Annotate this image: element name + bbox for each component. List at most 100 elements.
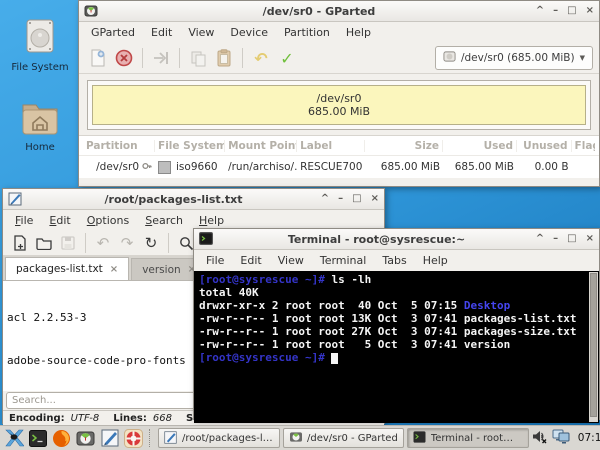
maximize-button[interactable]: □ — [352, 192, 361, 206]
menu-help[interactable]: Help — [415, 252, 456, 269]
new-partition-button[interactable] — [85, 46, 111, 70]
close-button[interactable]: × — [586, 232, 594, 246]
gparted-toolbar: ↶ ✓ /dev/sr0 (685.00 MiB) ▼ — [79, 43, 599, 74]
apply-button[interactable]: ✓ — [274, 46, 300, 70]
gparted-titlebar[interactable]: /dev/sr0 - GParted ^ – □ × — [79, 1, 599, 22]
open-file-button[interactable] — [32, 232, 56, 254]
taskbar-button-editor[interactable]: /root/packages-lis... — [158, 428, 280, 448]
desktop: File System Home /dev/sr0 - GParted ^ – … — [0, 0, 600, 450]
menu-view[interactable]: View — [270, 252, 312, 269]
minimize-button[interactable]: – — [553, 4, 558, 18]
new-document-button[interactable] — [8, 232, 32, 254]
table-row[interactable]: /dev/sr0 iso9660 /run/archiso/... RESCUE… — [79, 156, 599, 178]
terminal-menubar: File Edit View Terminal Tabs Help — [194, 250, 599, 271]
dropdown-arrow-icon: ▼ — [580, 54, 585, 62]
taskbar-button-gparted[interactable]: /dev/sr0 - GParted — [283, 428, 404, 448]
file-meta: -rw-r--r-- 1 root root 27K Oct 3 07:41 — [199, 325, 464, 338]
encoding-value: UTF-8 — [71, 413, 100, 424]
close-button[interactable]: × — [371, 192, 379, 206]
menu-help[interactable]: Help — [338, 24, 379, 41]
window-title: /root/packages-list.txt — [33, 193, 314, 206]
row-partition: /dev/sr0 — [96, 161, 139, 173]
col-flags: Flags — [572, 140, 595, 152]
partition-size: 685.00 MiB — [308, 105, 370, 118]
terminal-scrollbar[interactable] — [589, 272, 598, 422]
delete-partition-button[interactable] — [111, 46, 137, 70]
menu-edit[interactable]: Edit — [232, 252, 269, 269]
mousepad-app-icon — [8, 192, 22, 206]
paste-button[interactable] — [211, 46, 237, 70]
menu-help[interactable]: Help — [191, 212, 232, 229]
gparted-launcher-icon[interactable] — [75, 428, 96, 449]
maximize-button[interactable]: □ — [567, 4, 576, 18]
output-line: total 40K — [199, 286, 587, 299]
tab-packages-list[interactable]: packages-list.txt × — [5, 257, 129, 280]
shade-button[interactable]: ^ — [536, 232, 544, 246]
maximize-button[interactable]: □ — [567, 232, 576, 246]
device-selector[interactable]: /dev/sr0 (685.00 MiB) ▼ — [435, 46, 593, 70]
desktop-icon-home[interactable]: Home — [2, 96, 78, 153]
taskbar: /root/packages-lis... /dev/sr0 - GParted… — [0, 425, 600, 450]
editor-titlebar[interactable]: /root/packages-list.txt ^ – □ × — [3, 189, 384, 210]
partition-block-sr0[interactable]: /dev/sr0 685.00 MiB — [92, 85, 586, 125]
undo-button[interactable]: ↶ — [91, 232, 115, 254]
menu-gparted[interactable]: GParted — [83, 24, 143, 41]
tab-label: version — [142, 264, 180, 276]
reload-button[interactable]: ↻ — [139, 232, 163, 254]
terminal-titlebar[interactable]: Terminal - root@sysrescue:~ ^ – □ × — [194, 229, 599, 250]
menu-tabs[interactable]: Tabs — [374, 252, 414, 269]
menu-edit[interactable]: Edit — [143, 24, 180, 41]
row-mountpoint: /run/archiso/... — [228, 161, 297, 173]
terminal-screen[interactable]: [root@sysrescue ~]# ls -lh total 40K drw… — [194, 271, 599, 423]
clock[interactable]: 07:17:41 — [575, 432, 600, 444]
minimize-button[interactable]: – — [338, 192, 343, 206]
shell-prompt: [root@sysrescue ~]# — [199, 351, 331, 364]
tab-close-icon[interactable]: × — [110, 264, 118, 275]
filesystem-color-swatch — [158, 161, 171, 174]
partition-table-header: Partition File System Mount Point Label … — [79, 136, 599, 156]
shell-prompt: [root@sysrescue ~]# — [199, 273, 331, 286]
volume-muted-icon[interactable] — [532, 429, 548, 447]
support-launcher-icon[interactable] — [123, 428, 144, 449]
firefox-launcher-icon[interactable] — [51, 428, 72, 449]
system-tray: 07:17:41 — [532, 429, 600, 447]
col-unused: Unused — [517, 140, 572, 152]
desktop-icon-label: File System — [11, 62, 68, 73]
menu-partition[interactable]: Partition — [276, 24, 338, 41]
window-title: Terminal - root@sysrescue:~ — [224, 233, 529, 246]
shade-button[interactable]: ^ — [321, 192, 329, 206]
partition-name: /dev/sr0 — [317, 92, 362, 105]
menu-device[interactable]: Device — [222, 24, 276, 41]
save-button[interactable] — [56, 232, 80, 254]
desktop-icon-file-system[interactable]: File System — [2, 16, 78, 73]
copy-button[interactable] — [185, 46, 211, 70]
col-partition: Partition — [83, 140, 155, 152]
shade-button[interactable]: ^ — [536, 4, 544, 18]
resize-move-button[interactable] — [148, 46, 174, 70]
terminal-launcher-icon[interactable] — [27, 428, 48, 449]
close-button[interactable]: × — [586, 4, 594, 18]
menu-search[interactable]: Search — [137, 212, 191, 229]
menu-edit[interactable]: Edit — [41, 212, 78, 229]
redo-button[interactable]: ↷ — [115, 232, 139, 254]
menu-view[interactable]: View — [180, 24, 222, 41]
menu-file[interactable]: File — [7, 212, 41, 229]
gparted-window-icon — [289, 431, 303, 445]
minimize-button[interactable]: – — [553, 232, 558, 246]
taskbar-button-label: /root/packages-lis... — [182, 433, 274, 444]
menu-file[interactable]: File — [198, 252, 232, 269]
menu-terminal[interactable]: Terminal — [312, 252, 375, 269]
device-selector-value: /dev/sr0 (685.00 MiB) — [461, 52, 575, 64]
undo-button[interactable]: ↶ — [248, 46, 274, 70]
shell-command: ls -lh — [331, 273, 371, 286]
row-filesystem: iso9660 — [176, 161, 218, 173]
applications-menu-icon[interactable] — [3, 428, 24, 449]
editor-launcher-icon[interactable] — [99, 428, 120, 449]
menu-options[interactable]: Options — [79, 212, 137, 229]
scrollbar-thumb[interactable] — [590, 273, 597, 417]
editor-window-icon — [164, 431, 178, 445]
file-name: packages-size.txt — [464, 325, 577, 338]
file-meta: -rw-r--r-- 1 root root 13K Oct 3 07:41 — [199, 312, 464, 325]
network-icon[interactable] — [552, 429, 571, 447]
taskbar-button-terminal[interactable]: Terminal - root@s... — [407, 428, 529, 448]
